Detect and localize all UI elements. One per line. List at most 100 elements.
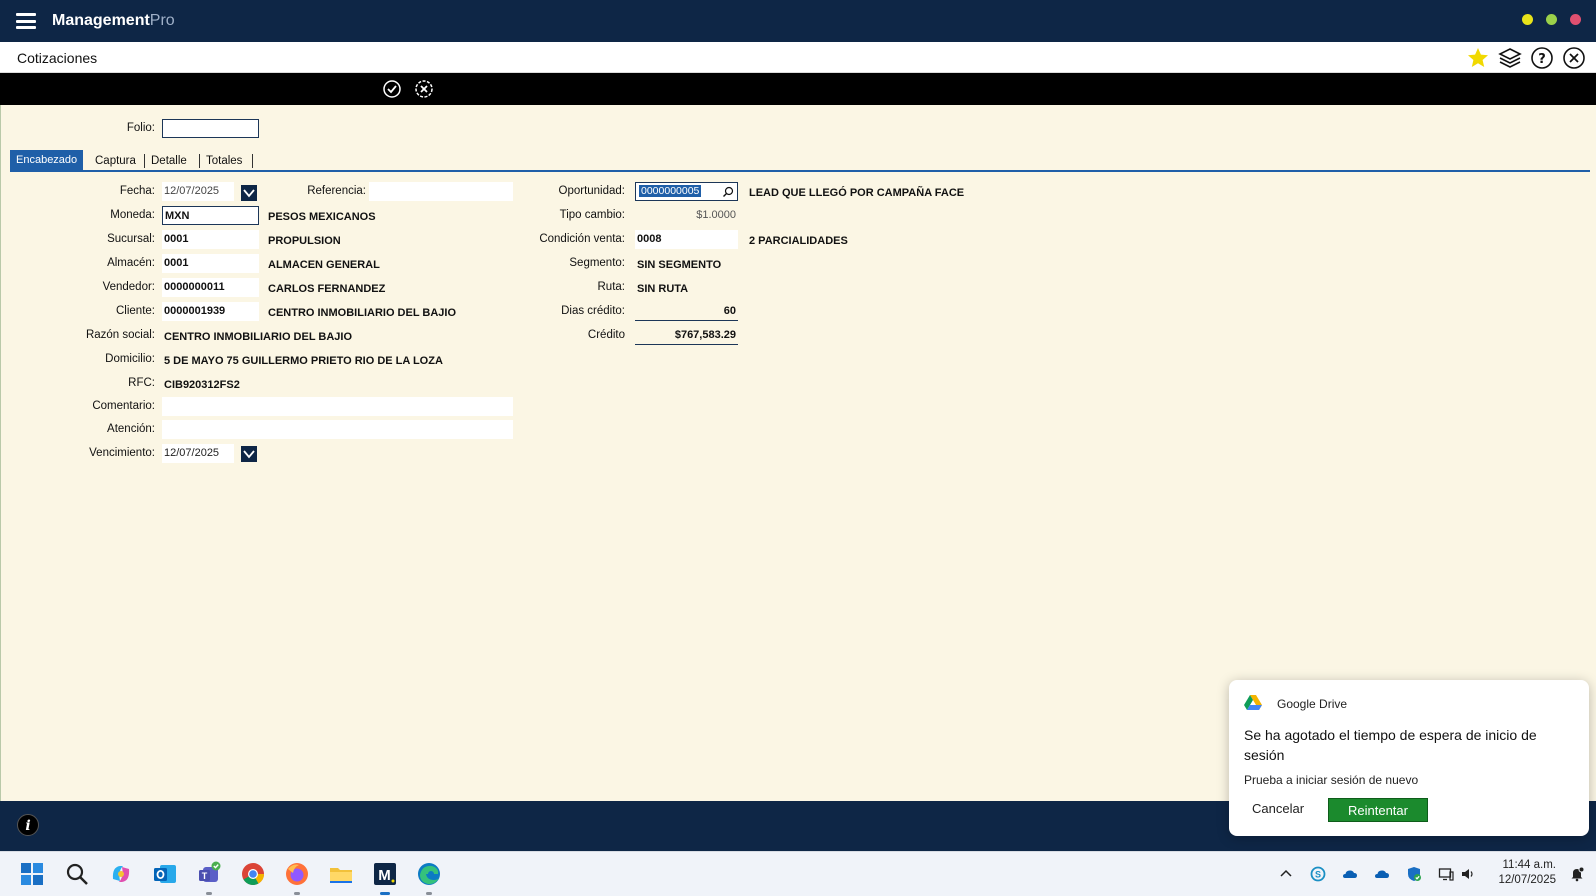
tipo-cambio-value: $1.0000 <box>696 209 736 221</box>
vencimiento-input[interactable]: 12/07/2025 <box>162 444 234 463</box>
fecha-calendar-dropdown[interactable] <box>241 185 257 201</box>
hamburger-menu-icon[interactable] <box>16 13 36 29</box>
chevron-up-icon[interactable] <box>1278 866 1294 882</box>
tab-totales[interactable]: Totales <box>202 152 246 170</box>
vendedor-input[interactable]: 0000000011 <box>162 278 259 297</box>
security-shield-icon[interactable] <box>1406 866 1422 882</box>
running-indicator <box>206 892 212 895</box>
rfc-label: RFC: <box>128 377 155 389</box>
cancel-button[interactable]: Cancelar <box>1246 798 1310 819</box>
razon-social-label: Razón social: <box>85 329 155 341</box>
chrome-icon[interactable] <box>240 861 266 887</box>
clock-date: 12/07/2025 <box>1498 874 1556 886</box>
vencimiento-calendar-dropdown[interactable] <box>241 446 257 462</box>
tab-separator <box>199 154 200 168</box>
windows-taskbar: T M S 11:44 a.m. 12/07/2025 <box>0 851 1596 896</box>
page-header: Cotizaciones ? <box>0 42 1596 73</box>
moneda-label: Moneda: <box>110 209 155 221</box>
active-indicator <box>380 892 390 895</box>
taskbar-clock[interactable]: 11:44 a.m. 12/07/2025 <box>1498 858 1556 888</box>
minimize-window-button[interactable] <box>1522 14 1533 25</box>
condicion-venta-label: Condición venta: <box>539 233 625 245</box>
teams-icon[interactable]: T <box>196 861 222 887</box>
app-title-main: Management <box>52 12 150 29</box>
clock-time: 11:44 a.m. <box>1502 859 1557 871</box>
moneda-input[interactable]: MXN <box>162 206 259 225</box>
cancel-icon[interactable] <box>414 79 434 99</box>
cliente-description: CENTRO INMOBILIARIO DEL BAJIO <box>268 307 457 319</box>
almacen-description: ALMACEN GENERAL <box>268 259 380 271</box>
file-explorer-icon[interactable] <box>328 861 354 887</box>
info-icon[interactable]: i <box>17 814 39 836</box>
sync-app-icon[interactable]: S <box>1310 866 1326 882</box>
dias-credito-value: 60 <box>635 302 738 321</box>
sucursal-input[interactable]: 0001 <box>162 230 259 249</box>
atencion-label: Atención: <box>107 423 155 435</box>
domicilio-value: 5 DE MAYO 75 GUILLERMO PRIETO RIO DE LA … <box>164 355 443 367</box>
start-icon[interactable] <box>19 861 45 887</box>
vendedor-label: Vendedor: <box>102 281 155 293</box>
notification-source: Google Drive <box>1277 697 1348 711</box>
onedrive-icon[interactable] <box>1342 866 1358 882</box>
sucursal-label: Sucursal: <box>107 233 155 245</box>
oportunidad-value-selected: 0000000005 <box>639 185 702 197</box>
fecha-label: Fecha: <box>119 185 155 197</box>
cliente-label: Cliente: <box>116 305 155 317</box>
sucursal-description: PROPULSION <box>268 235 341 247</box>
condicion-venta-input[interactable]: 0008 <box>635 230 738 249</box>
outlook-icon[interactable] <box>152 861 178 887</box>
folio-input[interactable] <box>162 119 259 138</box>
copilot-icon[interactable] <box>108 861 134 887</box>
app-title: ManagementPro <box>52 12 175 30</box>
maximize-window-button[interactable] <box>1546 14 1557 25</box>
google-drive-icon <box>1244 695 1262 710</box>
volume-icon[interactable] <box>1460 866 1476 882</box>
help-icon[interactable]: ? <box>1530 46 1554 70</box>
management-app-icon[interactable]: M <box>372 861 398 887</box>
retry-button[interactable]: Reintentar <box>1328 798 1428 822</box>
tab-detalle[interactable]: Detalle <box>147 152 191 170</box>
cliente-input[interactable]: 0000001939 <box>162 302 259 321</box>
vencimiento-label: Vencimiento: <box>89 447 155 459</box>
almacen-input[interactable]: 0001 <box>162 254 259 273</box>
domicilio-label: Domicilio: <box>105 353 155 365</box>
fecha-input[interactable]: 12/07/2025 <box>162 182 234 201</box>
app-titlebar: ManagementPro <box>0 0 1596 42</box>
network-icon[interactable] <box>1438 866 1454 882</box>
action-toolbar <box>0 73 1596 105</box>
tab-separator <box>252 154 253 168</box>
oportunidad-description: LEAD QUE LLEGÓ POR CAMPAÑA FACE <box>749 187 965 199</box>
oportunidad-label: Oportunidad: <box>558 185 626 197</box>
referencia-input[interactable] <box>369 182 513 201</box>
star-icon[interactable] <box>1466 46 1490 70</box>
atencion-input[interactable] <box>162 420 513 439</box>
condicion-venta-description: 2 PARCIALIDADES <box>749 235 848 247</box>
firefox-icon[interactable] <box>284 861 310 887</box>
accept-icon[interactable] <box>382 79 402 99</box>
layers-icon[interactable] <box>1498 46 1522 70</box>
running-indicator <box>426 892 432 895</box>
tab-encabezado[interactable]: Encabezado <box>10 150 84 170</box>
ruta-value: SIN RUTA <box>637 283 689 295</box>
app-title-suffix: Pro <box>149 12 175 29</box>
comentario-input[interactable] <box>162 397 513 416</box>
notification-message: Se ha agotado el tiempo de espera de ini… <box>1244 727 1537 763</box>
edge-icon[interactable] <box>416 861 442 887</box>
notifications-icon[interactable] <box>1569 866 1585 882</box>
moneda-description: PESOS MEXICANOS <box>268 211 376 223</box>
onedrive-icon[interactable] <box>1374 866 1390 882</box>
svg-text:M: M <box>378 867 391 884</box>
form-tabs: Encabezado Captura Detalle Totales <box>10 150 1590 172</box>
segmento-value: SIN SEGMENTO <box>637 259 722 271</box>
comentario-label: Comentario: <box>92 400 155 412</box>
rfc-value: CIB920312FS2 <box>164 379 240 391</box>
search-icon[interactable] <box>722 186 734 198</box>
search-icon[interactable] <box>64 861 90 887</box>
tab-captura[interactable]: Captura <box>91 152 140 170</box>
close-icon[interactable] <box>1562 46 1586 70</box>
credito-label: Crédito <box>587 329 625 341</box>
close-window-button[interactable] <box>1570 14 1581 25</box>
oportunidad-input[interactable]: 0000000005 <box>635 182 738 201</box>
almacen-label: Almacén: <box>107 257 155 269</box>
svg-text:S: S <box>1315 870 1321 880</box>
